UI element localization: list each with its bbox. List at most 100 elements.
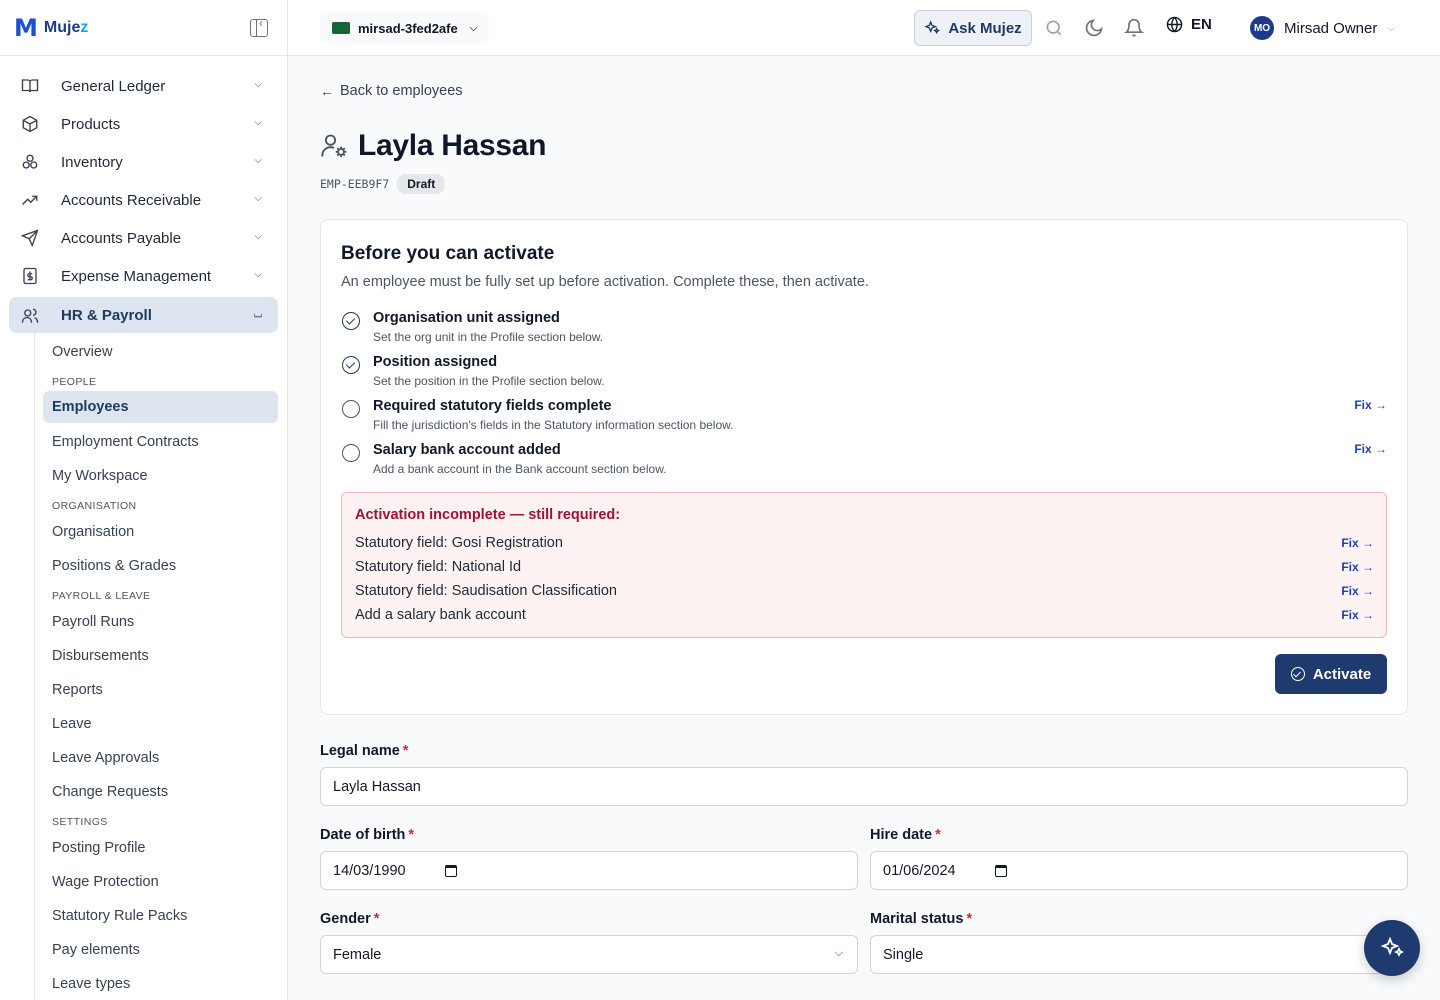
avatar: MO: [1250, 16, 1274, 40]
sidebar-item-statutory-rule-packs[interactable]: Statutory Rule Packs: [43, 899, 278, 933]
gender-select[interactable]: Female ⌵: [320, 935, 858, 974]
alert-row: Statutory field: Gosi Registration Fix →: [355, 535, 1374, 551]
sidebar-item-posting-profile[interactable]: Posting Profile: [43, 831, 278, 865]
ask-mujez-button[interactable]: Ask Mujez: [914, 10, 1032, 46]
chevron-down-icon: ⌵: [834, 947, 843, 959]
bell-icon[interactable]: [1124, 18, 1144, 38]
sidebar-item-leave-approvals[interactable]: Leave Approvals: [43, 741, 278, 775]
sidebar-item-pay-elements[interactable]: Pay elements: [43, 933, 278, 967]
sidebar-item-label: General Ledger: [61, 77, 166, 95]
topbar: mirsad-3fed2afe ⌵ Ask Mujez EN MO Mirsad…: [288, 0, 1440, 56]
alert-row-text: Add a salary bank account: [355, 607, 526, 623]
users-icon: [21, 308, 39, 323]
sidebar-item-reports[interactable]: Reports: [43, 673, 278, 707]
company-switcher[interactable]: mirsad-3fed2afe ⌵: [320, 12, 490, 44]
checklist-hint: Set the position in the Profile section …: [373, 374, 605, 388]
sidebar: M Mujez General Ledger ⌵ Products ⌵ Inve…: [0, 0, 288, 1000]
sidebar-item-my-workspace[interactable]: My Workspace: [43, 459, 278, 493]
fix-link[interactable]: Fix →: [1341, 584, 1374, 598]
trending-up-icon: [22, 195, 38, 205]
fix-link[interactable]: Fix →: [1354, 398, 1387, 412]
chevron-down-icon: ⌵: [1387, 22, 1395, 34]
sidebar-item-label: Accounts Payable: [61, 229, 182, 247]
boxes-icon: [22, 154, 38, 169]
sidebar-item-label: Expense Management: [61, 267, 212, 285]
flag-icon: [332, 22, 350, 34]
fix-link[interactable]: Fix →: [1341, 560, 1374, 574]
sidebar-item-label: Products: [61, 115, 121, 133]
sidebar-item-employees[interactable]: Employees: [43, 391, 278, 423]
user-cog-icon: [321, 134, 347, 158]
language-switcher[interactable]: EN: [1166, 16, 1212, 33]
chevron-up-icon: ⌴: [254, 309, 262, 320]
activate-label: Activate: [1312, 665, 1372, 683]
alert-row: Statutory field: Saudisation Classificat…: [355, 583, 1374, 599]
date-of-birth-field[interactable]: 14/03/1990: [320, 851, 858, 890]
alert-row-text: Statutory field: Gosi Registration: [355, 535, 563, 551]
logo-mark: M: [14, 13, 38, 42]
sidebar-item-products[interactable]: Products ⌵: [9, 105, 278, 143]
search-icon[interactable]: [1044, 18, 1064, 38]
chevron-down-icon: ⌵: [254, 79, 262, 90]
sidebar-item-disbursements[interactable]: Disbursements: [43, 639, 278, 673]
status-badge: Draft: [397, 174, 446, 194]
sidebar-item-positions-grades[interactable]: Positions & Grades: [43, 549, 278, 583]
checklist-label: Required statutory fields complete: [373, 398, 612, 414]
sidebar-item-organisation[interactable]: Organisation: [43, 515, 278, 549]
sidebar-item-accounts-receivable[interactable]: Accounts Receivable ⌵: [9, 181, 278, 219]
check-circle-icon: [1290, 667, 1305, 681]
sidebar-item-leave[interactable]: Leave: [43, 707, 278, 741]
logo-text: Mujez: [43, 18, 89, 36]
hire-date-field[interactable]: 01/06/2024: [870, 851, 1408, 890]
sidebar-nav: General Ledger ⌵ Products ⌵ Inventory ⌵ …: [0, 56, 287, 1000]
gender-label: Gender *: [320, 911, 380, 927]
employee-code: EMP-EEB9F7: [320, 177, 390, 191]
collapse-sidebar-icon[interactable]: [250, 16, 268, 37]
marital-status-label: Marital status *: [870, 911, 973, 927]
section-label-payroll-leave: PAYROLL & LEAVE: [52, 590, 151, 602]
date-of-birth-label: Date of birth *: [320, 827, 415, 843]
section-label-organisation: ORGANISATION: [52, 500, 137, 512]
fix-link[interactable]: Fix →: [1341, 608, 1374, 622]
check-circle-icon: [342, 312, 360, 330]
calendar-icon[interactable]: [445, 865, 457, 877]
main-content: ← Back to employees Layla Hassan EMP-EEB…: [288, 57, 1440, 1000]
logo[interactable]: M Mujez: [14, 14, 88, 42]
ask-mujez-label: Ask Mujez: [948, 19, 1022, 37]
sidebar-item-accounts-payable[interactable]: Accounts Payable ⌵: [9, 219, 278, 257]
sidebar-item-hr-payroll[interactable]: HR & Payroll ⌴: [9, 297, 278, 333]
arrow-left-icon: ←: [320, 83, 334, 99]
sidebar-item-expense-management[interactable]: Expense Management ⌵: [9, 257, 278, 295]
alert-row-text: Statutory field: Saudisation Classificat…: [355, 583, 617, 599]
sidebar-item-inventory[interactable]: Inventory ⌵: [9, 143, 278, 181]
activate-button[interactable]: Activate: [1275, 654, 1387, 694]
sidebar-item-leave-types[interactable]: Leave types: [43, 967, 278, 1000]
legal-name-field[interactable]: Layla Hassan: [320, 767, 1408, 806]
fix-link[interactable]: Fix →: [1341, 536, 1374, 550]
sidebar-item-general-ledger[interactable]: General Ledger ⌵: [9, 67, 278, 105]
moon-icon[interactable]: [1084, 18, 1104, 38]
alert-row: Statutory field: National Id Fix →: [355, 559, 1374, 575]
fix-link[interactable]: Fix →: [1354, 442, 1387, 456]
sidebar-item-payroll-runs[interactable]: Payroll Runs: [43, 605, 278, 639]
checklist-hint: Set the org unit in the Profile section …: [373, 330, 604, 344]
activation-alert: Activation incomplete — still required: …: [341, 492, 1387, 638]
employee-name: Layla Hassan: [358, 129, 547, 162]
chevron-down-icon: ⌵: [254, 193, 262, 204]
marital-status-value: Single: [883, 946, 924, 963]
ai-assistant-button[interactable]: [1364, 920, 1420, 976]
gender-value: Female: [333, 946, 382, 963]
user-menu[interactable]: MO Mirsad Owner ⌵: [1250, 16, 1395, 40]
box-icon: [22, 115, 38, 133]
calendar-icon[interactable]: [995, 865, 1007, 877]
back-link[interactable]: ← Back to employees: [320, 83, 463, 99]
book-icon: [21, 79, 39, 93]
sidebar-item-change-requests[interactable]: Change Requests: [43, 775, 278, 809]
date-of-birth-value: 14/03/1990: [333, 862, 406, 879]
sidebar-item-overview[interactable]: Overview: [43, 335, 278, 369]
alert-row-text: Statutory field: National Id: [355, 559, 522, 575]
sidebar-item-wage-protection[interactable]: Wage Protection: [43, 865, 278, 899]
sidebar-item-employment-contracts[interactable]: Employment Contracts: [43, 425, 278, 459]
marital-status-select[interactable]: Single: [870, 935, 1408, 974]
sidebar-item-label: HR & Payroll: [61, 306, 152, 324]
